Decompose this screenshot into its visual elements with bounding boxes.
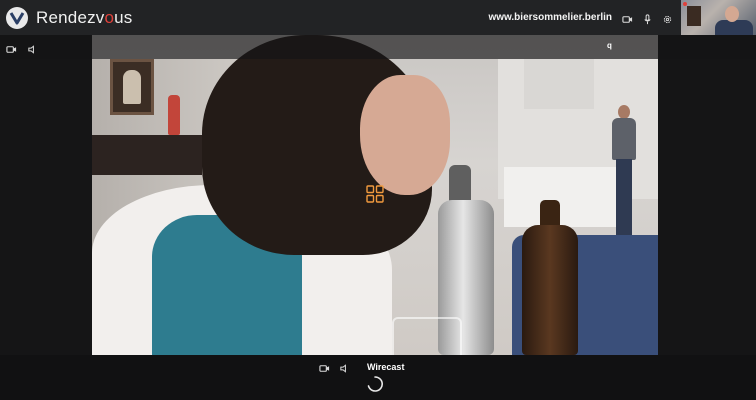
self-view-person bbox=[715, 20, 753, 35]
camera-icon[interactable] bbox=[622, 12, 633, 23]
video-stage: q bbox=[0, 35, 756, 355]
video-scene-hood bbox=[524, 59, 594, 109]
brand-name: Rendezvous bbox=[36, 7, 133, 27]
video-scene-glass bbox=[392, 317, 462, 355]
grid-layout-icon[interactable] bbox=[366, 185, 384, 203]
participant-name-label: q bbox=[607, 41, 612, 50]
camera-icon[interactable] bbox=[6, 42, 17, 53]
gear-icon[interactable] bbox=[662, 12, 673, 24]
speaker-icon[interactable] bbox=[339, 361, 350, 373]
video-scene-face bbox=[360, 75, 450, 195]
video-scene-counter bbox=[504, 167, 624, 227]
self-view-head bbox=[725, 6, 739, 22]
video-scene-picture bbox=[110, 59, 154, 115]
microphone-icon[interactable] bbox=[642, 12, 653, 25]
video-scene-shelf bbox=[92, 135, 202, 175]
self-view-background bbox=[687, 6, 701, 26]
video-toolbar bbox=[0, 35, 756, 59]
loading-spinner-icon bbox=[366, 375, 384, 393]
speaker-icon[interactable] bbox=[27, 42, 38, 54]
site-url: www.biersommelier.berlin bbox=[488, 12, 612, 23]
video-scene-foil-neck bbox=[449, 165, 471, 205]
camera-source-name: Wirecast bbox=[367, 361, 405, 372]
brand[interactable]: Rendezvous bbox=[6, 6, 133, 29]
video-scene-brown-bottle bbox=[522, 225, 578, 355]
camera-source-row: Wirecast bbox=[319, 361, 405, 373]
video-scene-man bbox=[612, 105, 636, 235]
camera-icon[interactable] bbox=[319, 361, 330, 372]
top-bar: Rendezvous www.biersommelier.berlin bbox=[0, 0, 756, 35]
video-scene-red-bottle bbox=[168, 95, 180, 135]
bottom-bar: Wirecast bbox=[0, 355, 756, 400]
self-view-video[interactable] bbox=[681, 0, 756, 35]
logo-icon bbox=[6, 6, 28, 29]
